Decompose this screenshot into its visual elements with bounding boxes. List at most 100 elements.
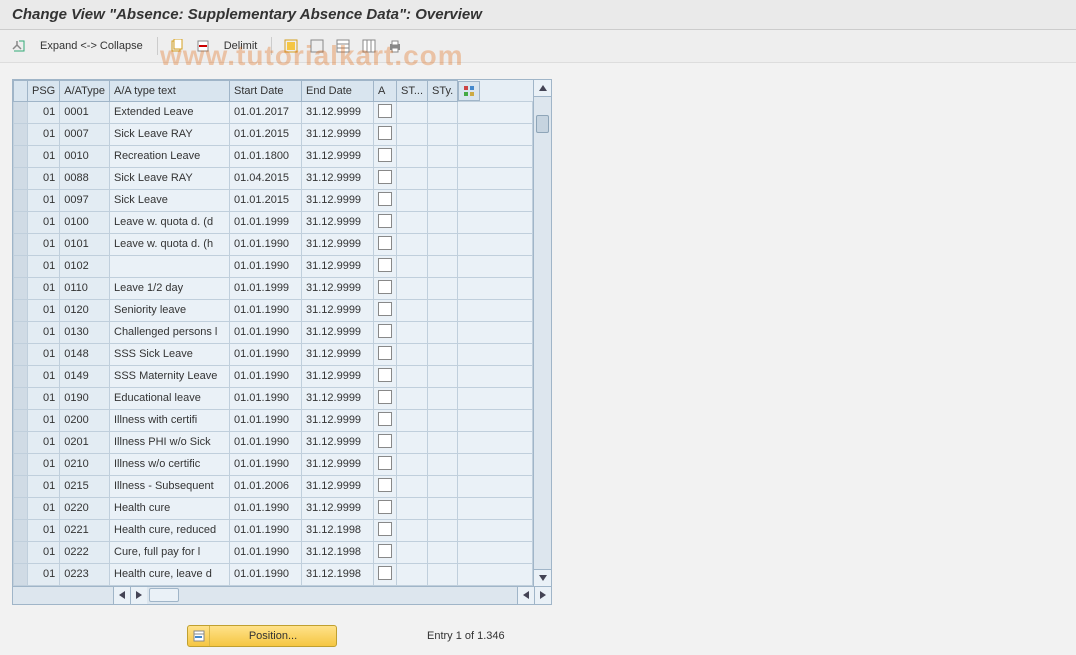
sty-cell[interactable] xyxy=(428,277,458,299)
st-cell[interactable] xyxy=(397,189,428,211)
checkbox[interactable] xyxy=(378,324,392,338)
start-date-cell[interactable]: 01.01.1990 xyxy=(230,233,302,255)
start-date-cell[interactable]: 01.01.2006 xyxy=(230,475,302,497)
table-row[interactable]: 010088Sick Leave RAY01.04.201531.12.9999 xyxy=(14,167,533,189)
end-date-cell[interactable]: 31.12.9999 xyxy=(302,145,374,167)
sty-cell[interactable] xyxy=(428,475,458,497)
sty-cell[interactable] xyxy=(428,211,458,233)
psg-header[interactable]: PSG xyxy=(28,81,60,102)
checkbox[interactable] xyxy=(378,302,392,316)
a-cell[interactable] xyxy=(374,431,397,453)
text-cell[interactable]: Seniority leave xyxy=(110,299,230,321)
st-cell[interactable] xyxy=(397,167,428,189)
end-date-cell[interactable]: 31.12.9999 xyxy=(302,343,374,365)
row-selector[interactable] xyxy=(14,321,28,343)
table-row[interactable]: 010210Illness w/o certific01.01.199031.1… xyxy=(14,453,533,475)
end-date-cell[interactable]: 31.12.1998 xyxy=(302,541,374,563)
a-cell[interactable] xyxy=(374,101,397,123)
text-cell[interactable]: Cure, full pay for l xyxy=(110,541,230,563)
row-selector[interactable] xyxy=(14,541,28,563)
end-date-cell[interactable]: 31.12.9999 xyxy=(302,409,374,431)
sty-cell[interactable] xyxy=(428,189,458,211)
text-cell[interactable]: Extended Leave xyxy=(110,101,230,123)
table-row[interactable]: 010001Extended Leave01.01.201731.12.9999 xyxy=(14,101,533,123)
end-date-cell[interactable]: 31.12.9999 xyxy=(302,387,374,409)
checkbox[interactable] xyxy=(378,434,392,448)
row-selector[interactable] xyxy=(14,211,28,233)
checkbox[interactable] xyxy=(378,280,392,294)
table-row[interactable]: 010149SSS Maternity Leave01.01.199031.12… xyxy=(14,365,533,387)
text-cell[interactable]: Illness - Subsequent xyxy=(110,475,230,497)
row-selector[interactable] xyxy=(14,277,28,299)
start-date-cell[interactable]: 01.01.2015 xyxy=(230,123,302,145)
horizontal-scrollbar[interactable] xyxy=(13,586,551,604)
table-row[interactable]: 010110Leave 1/2 day01.01.199931.12.9999 xyxy=(14,277,533,299)
text-cell[interactable]: Sick Leave xyxy=(110,189,230,211)
row-selector[interactable] xyxy=(14,409,28,431)
select-all-icon[interactable] xyxy=(280,36,302,56)
sty-cell[interactable] xyxy=(428,431,458,453)
sty-cell[interactable] xyxy=(428,123,458,145)
checkbox[interactable] xyxy=(378,192,392,206)
a-cell[interactable] xyxy=(374,453,397,475)
start-date-cell[interactable]: 01.01.1990 xyxy=(230,519,302,541)
end-date-cell[interactable]: 31.12.9999 xyxy=(302,233,374,255)
start-date-cell[interactable]: 01.01.1990 xyxy=(230,299,302,321)
checkbox[interactable] xyxy=(378,412,392,426)
row-selector[interactable] xyxy=(14,343,28,365)
scroll-track[interactable] xyxy=(534,97,551,569)
table-row[interactable]: 010221Health cure, reduced01.01.199031.1… xyxy=(14,519,533,541)
end-date-cell[interactable]: 31.12.9999 xyxy=(302,431,374,453)
checkbox[interactable] xyxy=(378,500,392,514)
row-selector[interactable] xyxy=(14,453,28,475)
a-header[interactable]: A xyxy=(374,81,397,102)
a-cell[interactable] xyxy=(374,211,397,233)
print-icon[interactable] xyxy=(384,36,406,56)
st-cell[interactable] xyxy=(397,541,428,563)
a-cell[interactable] xyxy=(374,519,397,541)
start-date-cell[interactable]: 01.01.1990 xyxy=(230,497,302,519)
start-date-cell[interactable]: 01.01.1990 xyxy=(230,453,302,475)
sty-cell[interactable] xyxy=(428,233,458,255)
row-selector[interactable] xyxy=(14,167,28,189)
text-cell[interactable]: SSS Sick Leave xyxy=(110,343,230,365)
st-cell[interactable] xyxy=(397,387,428,409)
table-row[interactable]: 010100Leave w. quota d. (d01.01.199931.1… xyxy=(14,211,533,233)
text-cell[interactable]: Illness with certifi xyxy=(110,409,230,431)
row-selector[interactable] xyxy=(14,497,28,519)
checkbox[interactable] xyxy=(378,126,392,140)
text-cell[interactable]: Health cure xyxy=(110,497,230,519)
text-cell[interactable]: Illness PHI w/o Sick xyxy=(110,431,230,453)
checkbox[interactable] xyxy=(378,390,392,404)
st-cell[interactable] xyxy=(397,431,428,453)
scroll-up-button[interactable] xyxy=(534,80,551,97)
scroll-left-end-button[interactable] xyxy=(517,587,534,604)
st-cell[interactable] xyxy=(397,233,428,255)
end-date-cell[interactable]: 31.12.9999 xyxy=(302,189,374,211)
start-date-cell[interactable]: 01.01.1990 xyxy=(230,321,302,343)
sty-header[interactable]: STy. xyxy=(428,81,458,102)
text-cell[interactable]: Sick Leave RAY xyxy=(110,123,230,145)
st-cell[interactable] xyxy=(397,519,428,541)
select-column-header[interactable] xyxy=(14,81,28,102)
table-row[interactable]: 010148SSS Sick Leave01.01.199031.12.9999 xyxy=(14,343,533,365)
sty-cell[interactable] xyxy=(428,101,458,123)
text-cell[interactable]: Challenged persons l xyxy=(110,321,230,343)
text-cell[interactable] xyxy=(110,255,230,277)
st-cell[interactable] xyxy=(397,563,428,585)
text-cell[interactable]: Sick Leave RAY xyxy=(110,167,230,189)
table-row[interactable]: 010223Health cure, leave d01.01.199031.1… xyxy=(14,563,533,585)
a-cell[interactable] xyxy=(374,255,397,277)
expand-collapse-button[interactable]: Expand <-> Collapse xyxy=(34,36,149,56)
scroll-thumb[interactable] xyxy=(536,115,549,133)
end-date-cell[interactable]: 31.12.9999 xyxy=(302,123,374,145)
row-selector[interactable] xyxy=(14,101,28,123)
text-cell[interactable]: Illness w/o certific xyxy=(110,453,230,475)
st-cell[interactable] xyxy=(397,453,428,475)
row-selector[interactable] xyxy=(14,563,28,585)
row-selector[interactable] xyxy=(14,189,28,211)
sty-cell[interactable] xyxy=(428,409,458,431)
sty-cell[interactable] xyxy=(428,387,458,409)
st-cell[interactable] xyxy=(397,145,428,167)
checkbox[interactable] xyxy=(378,104,392,118)
